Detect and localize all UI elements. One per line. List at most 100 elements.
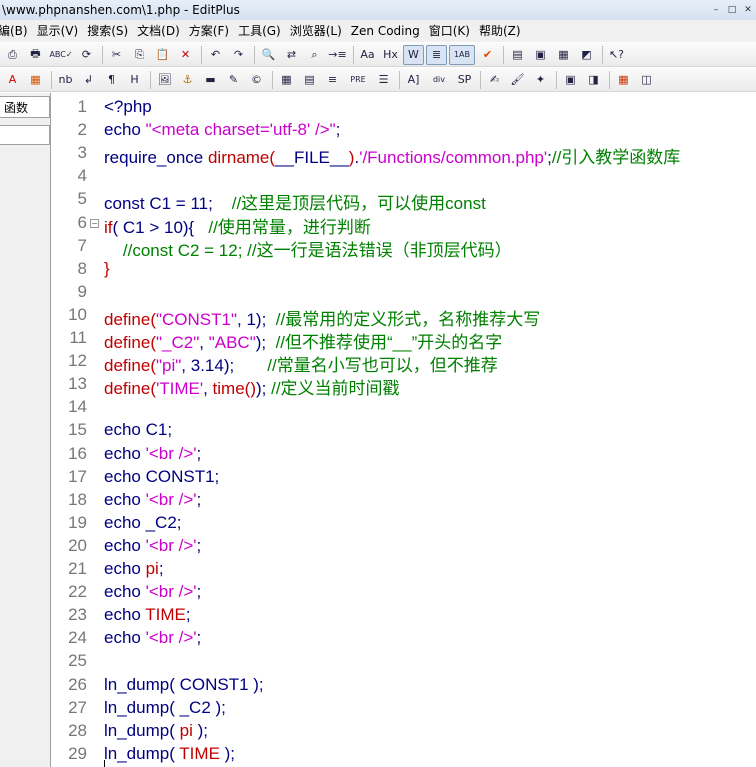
menu-item-1[interactable]: 显示(V) [37, 20, 85, 42]
anchor-icon[interactable]: ⚓ [177, 70, 198, 90]
menu-item-8[interactable]: 窗口(K) [429, 20, 476, 42]
style-icon[interactable]: ✍ [484, 70, 505, 90]
reload-icon[interactable]: ⟳ [76, 45, 97, 65]
close-button[interactable]: ✕ [740, 0, 756, 20]
help-pointer-icon[interactable]: ↖? [606, 45, 627, 65]
delete-icon[interactable]: ✕ [175, 45, 196, 65]
standard-toolbar: ⎙ 🖶 ABC✓ ⟳ ✂ ⎘ 📋 ✕ ↶ ↷ 🔍 ⇄ ⌕ →≡ Aа Hx W ≣ 1AB ✔ ▤ ▣ ▦ ◩ ↖? [0, 43, 756, 67]
find-in-files-icon[interactable]: ⌕ [304, 45, 325, 65]
font-color-icon[interactable]: A [2, 70, 23, 90]
menu-item-3[interactable]: 文档(D) [137, 20, 186, 42]
font-icon[interactable]: Aа [357, 45, 378, 65]
center-icon[interactable]: ≡ [322, 70, 343, 90]
undo-icon[interactable]: ↶ [205, 45, 226, 65]
code-line: echo '<br />'; [104, 628, 201, 648]
preview-icon[interactable]: ▣ [560, 70, 581, 90]
table2-icon[interactable]: ▤ [299, 70, 320, 90]
code-token: echo [104, 582, 146, 602]
menu-item-6[interactable]: 浏览器(L) [290, 20, 348, 42]
code-editor[interactable]: 1 2 3 4 5 6−7 8 9 10 11 12 13 14 15 16 17 18 19 20 21 22 23 24… [51, 93, 756, 767]
nbsp-icon[interactable]: nb [55, 70, 76, 90]
toolbar-separator [102, 45, 103, 64]
window-icon[interactable]: ▤ [507, 45, 528, 65]
code-line: define("_C2", "ABC"); //但不推荐使用“__”开头的名字 [104, 328, 502, 353]
toolbar-separator [150, 70, 151, 89]
code-token: echo [104, 120, 146, 140]
color-palette-icon[interactable]: ▦ [613, 70, 634, 90]
table-icon[interactable]: ▦ [276, 70, 297, 90]
menu-item-7[interactable]: Zen Coding [351, 20, 426, 42]
script-icon[interactable]: ✦ [530, 70, 551, 90]
preview2-icon[interactable]: ◨ [583, 70, 604, 90]
code-token: '<br />' [145, 628, 197, 648]
code-line: echo _C2; [104, 513, 182, 533]
toolbar-separator [353, 45, 354, 64]
menu-item-4[interactable]: 方案(F) [189, 20, 235, 42]
code-token: "ABC" [208, 333, 256, 352]
code-token: define( [104, 356, 156, 376]
cut-icon[interactable]: ✂ [106, 45, 127, 65]
menu-item-0[interactable]: 编(B) [0, 20, 34, 42]
print-icon[interactable]: 🖶 [25, 45, 46, 65]
line-number: 18 [68, 489, 87, 509]
print-preview-icon[interactable]: ⎙ [2, 45, 23, 65]
code-token: 'TIME' [155, 379, 204, 399]
hex-icon[interactable]: Hx [380, 45, 401, 65]
code-token: ; [158, 559, 164, 578]
pre-icon[interactable]: PRE [345, 70, 371, 90]
spell-check-icon[interactable]: ABC✓ [48, 45, 74, 65]
color-grid-icon[interactable]: ▦ [25, 70, 46, 90]
find-icon[interactable]: 🔍 [258, 45, 279, 65]
heading-icon[interactable]: H [124, 70, 145, 90]
brush-icon[interactable]: 🖌 [507, 70, 528, 90]
div-icon[interactable]: div [426, 70, 452, 90]
text-cursor [104, 760, 105, 767]
menu-item-9[interactable]: 帮助(Z) [479, 20, 527, 42]
image-icon[interactable]: 🖼 [154, 70, 175, 90]
copyright-icon[interactable]: © [246, 70, 267, 90]
code-token: ln_dump( [104, 743, 180, 763]
span-icon[interactable]: SP [454, 70, 475, 90]
word-wrap-icon[interactable]: W [403, 44, 424, 65]
fold-toggle-icon[interactable]: − [90, 218, 99, 228]
sidebar-filter-field[interactable] [0, 125, 50, 145]
frame-icon[interactable]: ◫ [636, 70, 657, 90]
line-number-icon[interactable]: ≣ [426, 44, 447, 65]
cliptext-icon[interactable]: ▦ [553, 45, 574, 65]
br-icon[interactable]: ↲ [78, 70, 99, 90]
code-token: time() [212, 379, 256, 399]
code-token: , 1); [237, 309, 276, 329]
code-token: echo _C2; [104, 512, 182, 532]
menu-item-2[interactable]: 搜索(S) [87, 20, 134, 42]
replace-icon[interactable]: ⇄ [281, 45, 302, 65]
code-token: ); [219, 743, 236, 763]
code-token: ; [335, 120, 341, 140]
code-line: const C1 = 11; //这里是顶层代码，可以使用const [104, 189, 486, 214]
menu-item-5[interactable]: 工具(G) [238, 20, 287, 42]
browser-icon[interactable]: ◩ [576, 45, 597, 65]
window2-icon[interactable]: ▣ [530, 45, 551, 65]
form-icon[interactable]: A] [403, 70, 424, 90]
check-icon[interactable]: ✔ [477, 45, 498, 65]
hr-icon[interactable]: ▬ [200, 70, 221, 90]
paragraph-icon[interactable]: ¶ [101, 70, 122, 90]
minimize-button[interactable]: – [708, 0, 724, 20]
code-token: echo [104, 559, 146, 578]
list-icon[interactable]: ☰ [373, 70, 394, 90]
code-token: define( [104, 309, 156, 329]
code-token: ln_dump( CONST1 ); [104, 674, 264, 694]
code-line: echo pi; [104, 559, 164, 579]
ruler-icon[interactable]: 1AB [449, 44, 475, 65]
goto-line-icon[interactable]: →≡ [327, 45, 348, 65]
code-token: "_C2" [155, 333, 200, 352]
copy-icon[interactable]: ⎘ [129, 45, 150, 65]
redo-icon[interactable]: ↷ [228, 45, 249, 65]
code-token: ; [196, 582, 202, 602]
sidebar-tab-functions[interactable]: 函数 [0, 96, 50, 118]
code-token: define( [104, 333, 156, 352]
maximize-button[interactable]: □ [724, 0, 740, 20]
paste-icon[interactable]: 📋 [152, 45, 173, 65]
code-line: ln_dump( _C2 ); [104, 698, 226, 718]
edit-icon[interactable]: ✎ [223, 70, 244, 90]
line-number: 20 [68, 535, 87, 555]
